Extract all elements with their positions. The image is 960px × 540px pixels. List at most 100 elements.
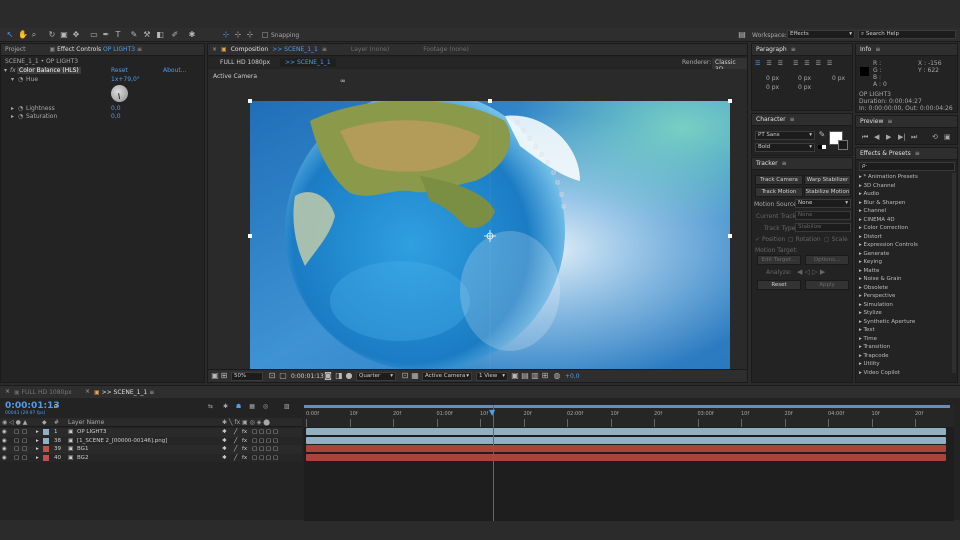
puppet-pin-tool-icon[interactable]: ✱ bbox=[188, 31, 196, 39]
resolution-select[interactable]: Quarter ▾ bbox=[356, 372, 396, 381]
effect-category-item[interactable]: ▸ 3D Channel bbox=[856, 182, 951, 191]
draft-3d-icon[interactable]: ✱ bbox=[223, 403, 228, 410]
next-frame-icon[interactable]: ▶| bbox=[898, 133, 906, 141]
panel-menu-icon[interactable]: ≡ bbox=[782, 160, 787, 167]
current-time[interactable]: 0:00:01:13 bbox=[291, 373, 324, 380]
shy-switch-icon[interactable]: ✱ bbox=[222, 428, 227, 437]
track-motion-button[interactable]: Track Motion bbox=[755, 187, 803, 197]
pen-tool-icon[interactable]: ✒ bbox=[102, 31, 110, 39]
layer-handle[interactable] bbox=[488, 99, 492, 103]
layer-name[interactable]: BG2 bbox=[77, 454, 88, 463]
work-area-bar[interactable] bbox=[304, 405, 950, 408]
space-after-value[interactable]: 0 px bbox=[798, 84, 811, 91]
stopwatch-icon[interactable]: ◔ bbox=[18, 105, 23, 112]
lock-icon[interactable]: ▢ bbox=[22, 437, 27, 446]
quality-switch-icon[interactable]: ╱ bbox=[234, 428, 237, 437]
white-swatch[interactable] bbox=[822, 145, 826, 149]
fx-switch-icon[interactable]: fx bbox=[242, 454, 247, 463]
panel-menu-icon[interactable]: ≡ bbox=[915, 150, 920, 157]
layer-tab[interactable]: Layer (none) bbox=[351, 46, 389, 53]
effect-category-item[interactable]: ▸ Utility bbox=[856, 360, 951, 369]
effect-category-item[interactable]: ▸ Time bbox=[856, 335, 951, 344]
tracker-apply-button[interactable]: Apply bbox=[805, 280, 849, 290]
effect-category-item[interactable]: ▸ Simulation bbox=[856, 301, 951, 310]
effect-category-item[interactable]: ▸ * Animation Presets bbox=[856, 173, 951, 182]
layer-label-color[interactable] bbox=[43, 446, 49, 453]
effect-category-item[interactable]: ▸ Distort bbox=[856, 233, 951, 242]
close-icon[interactable]: × bbox=[85, 388, 90, 395]
track-camera-button[interactable]: Track Camera bbox=[755, 175, 803, 185]
footage-tab[interactable]: Footage (none) bbox=[423, 46, 469, 53]
fx-switch-icon[interactable]: fx bbox=[242, 428, 247, 437]
layer-row[interactable]: ◉ ▢ ▢ ▸ 39 ▣ BG1 ✱ ╱ fx ▢ ▢ ▢ ▢ bbox=[0, 445, 302, 454]
panel-menu-icon[interactable]: ≡ bbox=[875, 46, 880, 53]
effect-category-item[interactable]: ▸ Text bbox=[856, 326, 951, 335]
eyedropper-icon[interactable]: ✎ bbox=[818, 131, 826, 139]
position-checkbox[interactable]: ✓ Position bbox=[755, 236, 785, 243]
expand-layer-icon[interactable]: ▸ bbox=[36, 437, 39, 446]
tab-effect-controls[interactable]: ▣ Effect Controls OP LIGHT3 ≡ bbox=[50, 46, 142, 53]
lightness-expand-icon[interactable]: ▸ bbox=[11, 105, 14, 112]
selection-tool-icon[interactable]: ↖ bbox=[6, 31, 14, 39]
solo-icon[interactable]: ▢ bbox=[14, 428, 19, 437]
search-help-input[interactable]: ⌕ Search Help bbox=[858, 30, 956, 39]
effect-header-row[interactable]: ▾ fx Color Balance (HLS) Reset About... bbox=[1, 67, 204, 75]
align-center-icon[interactable]: ☰ bbox=[766, 60, 771, 67]
layer-row[interactable]: ◉ ▢ ▢ ▸ 1 ▣ OP LIGHT3 ✱ ╱ fx ▢ ▢ ▢ ▢ bbox=[0, 428, 302, 437]
reset-exposure-icon[interactable]: ◍ bbox=[553, 372, 561, 380]
show-snapshot-icon[interactable]: ◨ bbox=[335, 372, 343, 380]
shy-layers-icon[interactable]: ☗ bbox=[236, 403, 241, 410]
expand-layer-icon[interactable]: ▸ bbox=[36, 428, 39, 437]
rotation-checkbox[interactable]: ▢ Rotation bbox=[788, 236, 821, 243]
lock-icon[interactable]: ▢ bbox=[22, 428, 27, 437]
space-before-value[interactable]: 0 px bbox=[766, 84, 779, 91]
options-button[interactable]: Options... bbox=[805, 255, 849, 265]
layer-duration-bar[interactable] bbox=[306, 453, 946, 461]
layer-duration-bar[interactable] bbox=[306, 428, 946, 435]
snapshot-icon[interactable]: ◙ bbox=[324, 372, 332, 380]
align-left-icon[interactable]: ☰ bbox=[755, 60, 760, 67]
justify-last-left-icon[interactable]: ☰ bbox=[793, 60, 798, 67]
hue-value[interactable]: 1x+79,0° bbox=[111, 76, 140, 83]
effect-category-item[interactable]: ▸ Color Correction bbox=[856, 224, 951, 233]
pan-behind-tool-icon[interactable]: ✥ bbox=[72, 31, 80, 39]
panel-menu-icon[interactable]: ≡ bbox=[790, 116, 795, 123]
view-axis-icon[interactable]: ⊹ bbox=[246, 31, 254, 39]
layer-type-icon[interactable]: ▣ bbox=[68, 445, 73, 454]
zoom-tool-icon[interactable]: ⌕ bbox=[30, 31, 38, 39]
layer-type-icon[interactable]: ▣ bbox=[68, 437, 73, 446]
effect-category-item[interactable]: ▸ Expression Controls bbox=[856, 241, 951, 250]
graph-editor-icon[interactable]: ▨ bbox=[284, 403, 290, 410]
stroke-color-swatch[interactable] bbox=[838, 140, 848, 150]
align-right-icon[interactable]: ☰ bbox=[778, 60, 783, 67]
edit-target-button[interactable]: Edit Target... bbox=[757, 255, 801, 265]
visibility-eye-icon[interactable]: ◉ bbox=[2, 428, 7, 437]
comp-tab-scene[interactable]: >> SCENE_1_1 bbox=[280, 58, 336, 67]
panel-menu-icon[interactable]: ≡ bbox=[887, 118, 892, 125]
rectangle-tool-icon[interactable]: ▭ bbox=[90, 31, 98, 39]
timeline-tab-scene[interactable]: ▣ >> SCENE_1_1 ≡ bbox=[94, 389, 154, 396]
zoom-select[interactable]: 50% bbox=[231, 372, 263, 381]
solo-icon[interactable]: ▢ bbox=[14, 445, 19, 454]
track-type-select[interactable]: Stabilize bbox=[795, 223, 851, 232]
timeline-icon[interactable]: ▥ bbox=[531, 372, 539, 380]
layer-handle[interactable] bbox=[248, 99, 252, 103]
effect-category-item[interactable]: ▸ Synthetic Aperture bbox=[856, 318, 951, 327]
fx-icon[interactable]: fx bbox=[10, 67, 16, 74]
eraser-tool-icon[interactable]: ◧ bbox=[156, 31, 164, 39]
hue-expand-icon[interactable]: ▾ bbox=[11, 76, 14, 83]
roto-brush-tool-icon[interactable]: ✐ bbox=[171, 31, 179, 39]
panel-menu-icon[interactable]: ≡ bbox=[791, 46, 796, 53]
effect-category-item[interactable]: ▸ Matte bbox=[856, 267, 951, 276]
comp-viewer[interactable]: Active Camera ∞ bbox=[208, 69, 747, 371]
hue-angle-dial[interactable] bbox=[111, 85, 128, 102]
stabilize-motion-button[interactable]: Stabilize Motion bbox=[804, 187, 851, 197]
layer-handle[interactable] bbox=[248, 234, 252, 238]
font-family-select[interactable]: PT Sans ▾ bbox=[755, 131, 815, 140]
hand-tool-icon[interactable]: ✋ bbox=[18, 31, 28, 39]
effect-category-item[interactable]: ▸ Keying bbox=[856, 258, 951, 267]
playhead-handle-icon[interactable]: ▼ bbox=[489, 408, 495, 417]
effect-category-item[interactable]: ▸ Transition bbox=[856, 343, 951, 352]
transparency-grid-icon[interactable]: ▦ bbox=[411, 372, 419, 380]
motion-blur-icon[interactable]: ◎ bbox=[263, 403, 268, 410]
